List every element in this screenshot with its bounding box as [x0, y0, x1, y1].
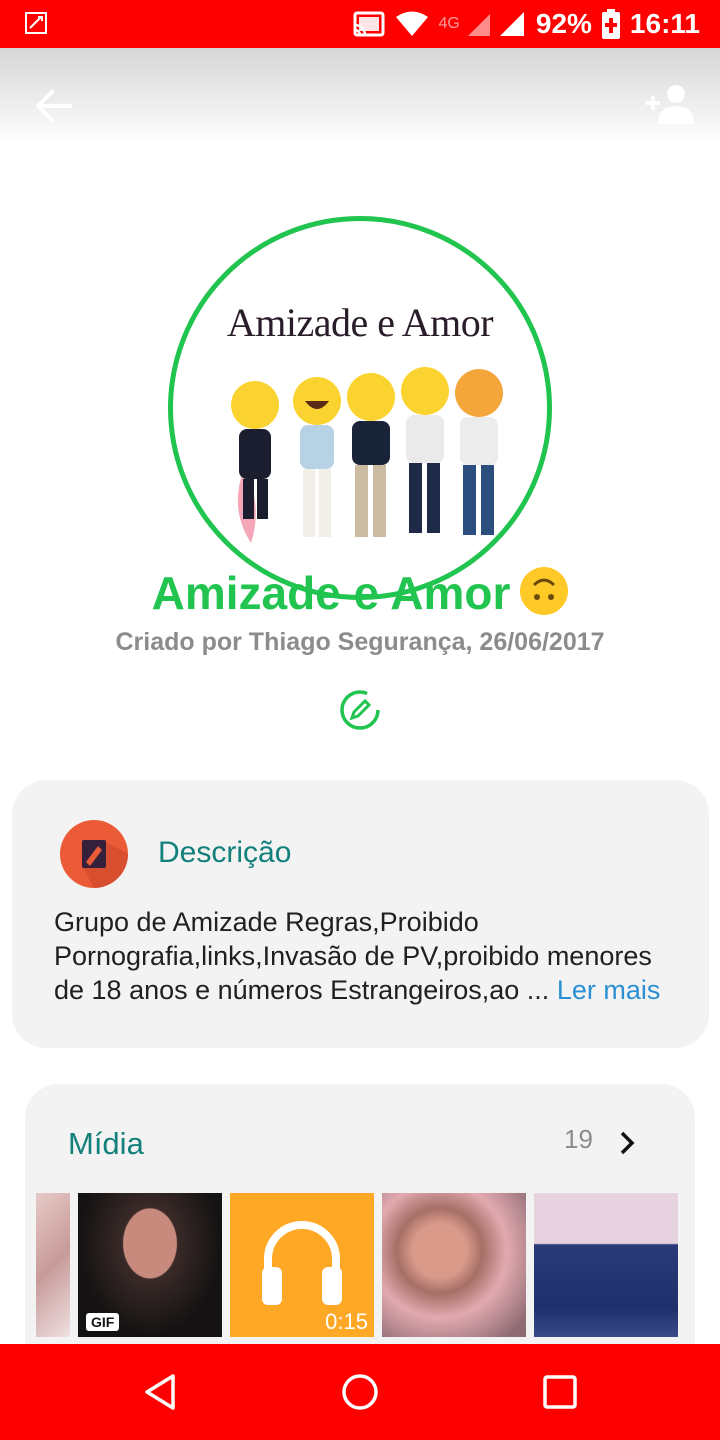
media-thumbnail-gif[interactable]: GIF	[78, 1193, 222, 1337]
media-thumbnail-audio[interactable]: 0:15	[230, 1193, 374, 1337]
created-by-text: Criado por Thiago Segurança, 26/06/2017	[115, 628, 605, 656]
audio-duration: 0:15	[325, 1309, 368, 1334]
description-title: Descrição	[158, 836, 292, 869]
group-name-text: Amizade e Amor	[151, 567, 511, 619]
battery-charging-icon	[601, 9, 620, 39]
status-bar: 4G 92% 16:11	[0, 0, 720, 48]
arrow-left-icon[interactable]	[30, 84, 78, 128]
nav-recent-apps-icon[interactable]	[538, 1370, 582, 1414]
status-icons: 4G 92% 16:11	[353, 0, 700, 48]
media-thumbnail[interactable]	[382, 1193, 526, 1337]
avatar-emoji-figures	[231, 367, 503, 543]
screenshot-edit-icon	[25, 12, 47, 34]
cast-icon	[353, 11, 385, 37]
description-text: Grupo de Amizade Regras,Proibido Pornogr…	[54, 905, 674, 1007]
person-add-icon[interactable]	[644, 82, 696, 126]
nav-back-icon[interactable]	[139, 1370, 183, 1414]
read-more-link[interactable]: Ler mais	[557, 975, 661, 1005]
battery-percent: 92%	[535, 8, 592, 39]
app-header	[0, 48, 720, 143]
navigation-bar	[0, 1344, 720, 1440]
clock: 16:11	[629, 8, 700, 39]
notepad-edit-icon	[60, 820, 128, 888]
gif-badge: GIF	[86, 1313, 120, 1331]
media-count: 19	[564, 1124, 593, 1154]
chevron-right-icon[interactable]	[615, 1130, 639, 1156]
media-card[interactable]: Mídia 19 GIF 0:15	[25, 1084, 695, 1384]
signal-icon	[467, 12, 524, 36]
pencil-edit-icon[interactable]	[338, 688, 382, 732]
wifi-icon	[395, 11, 428, 36]
nav-home-icon[interactable]	[338, 1370, 382, 1414]
upside-down-face-emoji-icon	[520, 567, 569, 615]
group-name: Amizade e Amor	[0, 566, 720, 620]
description-card[interactable]: Descrição Grupo de Amizade Regras,Proibi…	[12, 780, 709, 1048]
headphones-icon	[262, 1221, 342, 1305]
group-avatar[interactable]: Amizade e Amor	[168, 216, 552, 600]
media-thumbnail[interactable]	[36, 1193, 70, 1337]
avatar-logo-text: Amizade e Amor	[226, 300, 494, 345]
media-thumbnail[interactable]	[534, 1193, 678, 1337]
network-type-label: 4G	[438, 15, 460, 32]
media-title: Mídia	[68, 1126, 144, 1161]
